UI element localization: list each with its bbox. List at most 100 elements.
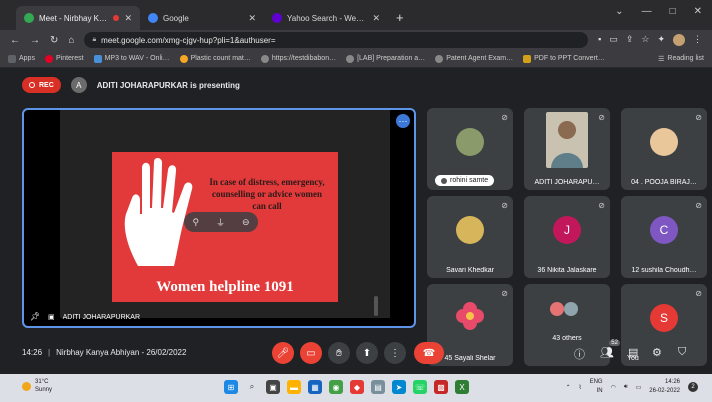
file-explorer-icon[interactable]: ▬ [287, 380, 301, 394]
reload-icon[interactable]: ↻ [50, 35, 58, 46]
reading-list[interactable]: ☰ Reading list [658, 55, 704, 63]
participant-name: ADITI JOHARAPU… [534, 179, 600, 186]
participant-tile[interactable]: ⊘ ADITI JOHARAPU… [524, 108, 610, 190]
recording-indicator-icon [113, 15, 120, 21]
mic-off-icon[interactable]: ⏚ [216, 216, 225, 229]
cast-icon[interactable]: ▭ [609, 34, 618, 46]
back-icon[interactable]: ← [10, 35, 20, 46]
tab-yahoo[interactable]: Yahoo Search - Web Search ✕ [264, 6, 388, 30]
tile-hover-controls: ⚲ ⏚ ⊖ [184, 212, 258, 232]
chat-icon[interactable]: ▤ [628, 346, 638, 359]
bookmark-plastic[interactable]: Plastic count mat… [179, 54, 251, 63]
remove-icon[interactable]: ⊖ [242, 217, 250, 228]
reading-list-label: Reading list [667, 55, 704, 62]
participant-photo [650, 128, 678, 156]
forward-icon[interactable]: → [30, 35, 40, 46]
system-tray: ⌃ ⌇ ENG IN ◠ 🔊︎ ▭ 14:26 26-02-2022 2 [566, 378, 698, 396]
store-icon[interactable]: ▦ [308, 380, 322, 394]
participant-tile[interactable]: ⊘ rohini samte [427, 108, 513, 190]
share-icon[interactable]: ⇪ [626, 34, 634, 46]
present-button[interactable]: ⬆ [356, 342, 378, 364]
present-screen-icon: ▣ [48, 314, 55, 321]
bookmark-mp3-wav[interactable]: MP3 to WAV - Onli… [93, 54, 170, 63]
bookmark-label: PDF to PPT Convert… [534, 55, 605, 62]
bookmark-label: Pinterest [55, 55, 84, 62]
meeting-info: 14:26 | Nirbhay Kanya Abhiyan - 26/02/20… [22, 348, 186, 357]
camera-icon[interactable]: ▪ [598, 34, 601, 46]
more-options-button[interactable]: ⋯ [396, 114, 410, 128]
tab-google[interactable]: Google ✕ [140, 6, 264, 30]
chrome-icon[interactable]: ◉ [329, 380, 343, 394]
show-hidden-icons-icon[interactable]: ⌃ [566, 384, 571, 391]
activities-icon[interactable]: ⚙︎ [652, 346, 662, 359]
tab-search-icon[interactable]: ⌄ [615, 6, 623, 17]
clock[interactable]: 14:26 26-02-2022 [649, 378, 680, 396]
more-options-button[interactable]: ⋮ [384, 342, 406, 364]
tab-label: Google [163, 13, 189, 23]
extensions-icon[interactable]: ✦ [657, 34, 665, 46]
bookmark-lab[interactable]: [LAB] Preparation a… [346, 54, 426, 63]
bookmark-star-icon[interactable]: ☆ [641, 34, 649, 46]
participant-name: 04 . POOJA BIRAJ… [631, 179, 697, 186]
tab-meet[interactable]: Meet - Nirbhay Kanya Abhiy… ✕ [16, 6, 140, 30]
bookmark-testdibabon[interactable]: https://testdibabon… [260, 54, 336, 63]
participant-tile[interactable]: ⊘ J 36 Nikita Jalaskare [524, 196, 610, 278]
bookmark-pdf-ppt[interactable]: PDF to PPT Convert… [523, 54, 605, 63]
bookmark-label: [LAB] Preparation a… [357, 55, 426, 62]
participant-grid: ⊘ rohini samte ⊘ ADITI JOHARAPU… ⊘ 04 . … [427, 108, 711, 368]
profile-avatar[interactable] [673, 34, 685, 46]
battery-icon[interactable]: ▭ [636, 384, 642, 391]
whatsapp-icon[interactable]: ☏ [413, 380, 427, 394]
participant-tile[interactable]: ⊘ C 12 sushila Choudh… [621, 196, 707, 278]
close-tab-icon[interactable]: ✕ [372, 13, 380, 24]
people-icon[interactable]: 👥︎ 52 [600, 340, 620, 359]
presenter-name: ADITI JOHARAPURKAR [62, 313, 141, 321]
weather-widget[interactable]: 31°C Sunny [22, 378, 52, 394]
raise-hand-button[interactable]: ✋︎ [328, 342, 350, 364]
telegram-icon[interactable]: ➤ [392, 380, 406, 394]
network-icon[interactable]: ⌇ [579, 384, 582, 391]
more-vert-icon: ⋮ [390, 347, 400, 359]
pin-icon[interactable]: 📌︎ [30, 312, 40, 322]
excel-icon[interactable]: X [455, 380, 469, 394]
leave-call-button[interactable]: ☎︎ [414, 342, 444, 364]
participant-tile[interactable]: ⊘ 04 . POOJA BIRAJ… [621, 108, 707, 190]
camera-off-icon: ▭ [306, 347, 316, 359]
bookmark-label: Patent Agent Exam… [446, 55, 514, 62]
pin-icon[interactable]: ⚲ [192, 217, 199, 228]
participant-tile[interactable]: ⊘ Savari Khedkar [427, 196, 513, 278]
windows-start-icon[interactable]: ⊞ [224, 380, 238, 394]
bookmark-apps[interactable]: Apps [8, 54, 35, 63]
notification-badge[interactable]: 2 [688, 382, 698, 392]
presentation-panel[interactable]: In case of distress, emergency, counsell… [22, 108, 416, 328]
minimize-button[interactable]: — [642, 6, 652, 17]
home-icon[interactable]: ⌂ [68, 35, 74, 46]
close-tab-icon[interactable]: ✕ [248, 13, 256, 24]
task-view-icon[interactable]: ▣ [266, 380, 280, 394]
new-tab-button[interactable]: + [396, 10, 404, 25]
meeting-details-icon[interactable]: ⓘ [574, 346, 585, 362]
camera-toggle-button[interactable]: ▭ [300, 342, 322, 364]
scrollbar[interactable] [374, 296, 378, 316]
volume-icon[interactable]: 🔊︎ [624, 384, 628, 391]
bookmark-pinterest[interactable]: Pinterest [44, 54, 84, 63]
url-field[interactable]: 🔒︎ meet.google.com/xmg-cjgv-hup?pli=1&au… [84, 32, 589, 48]
mic-off-icon: ⊘ [695, 201, 702, 210]
app-icon[interactable]: ▩ [434, 380, 448, 394]
mic-toggle-button[interactable]: 🎤︎ [272, 342, 294, 364]
search-icon[interactable]: ⌕ [245, 380, 259, 394]
participant-photo [456, 128, 484, 156]
host-controls-icon[interactable]: ⛉ [678, 346, 686, 359]
close-window-button[interactable]: ✕ [694, 6, 702, 17]
close-tab-icon[interactable]: ✕ [124, 13, 132, 24]
wifi-icon[interactable]: ◠ [611, 384, 616, 391]
window-controls: ⌄ — □ ✕ [615, 6, 702, 17]
app-icon[interactable]: ◆ [350, 380, 364, 394]
bookmark-patent[interactable]: Patent Agent Exam… [435, 54, 514, 63]
app-icon[interactable]: ▤ [371, 380, 385, 394]
maximize-button[interactable]: □ [670, 6, 676, 17]
camera-icon [441, 177, 447, 184]
language-indicator[interactable]: ENG IN [590, 378, 603, 396]
meeting-time: 14:26 [22, 348, 43, 357]
menu-icon[interactable]: ⋮ [693, 34, 702, 46]
